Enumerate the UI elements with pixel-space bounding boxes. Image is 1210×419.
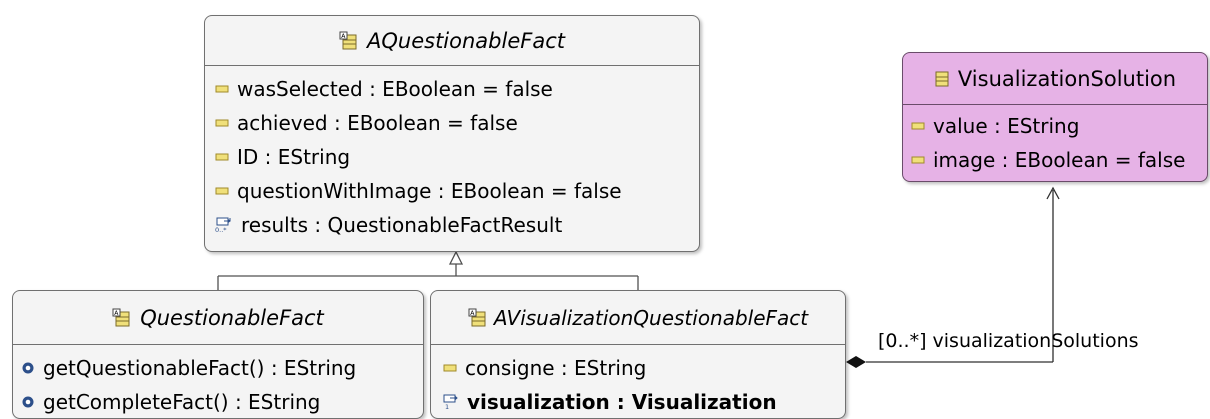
- operation-label: getQuestionableFact() : EString: [43, 356, 357, 380]
- aquestionablefact-header: A AQuestionableFact: [205, 16, 699, 65]
- avisualizationquestionablefact-title: AVisualizationQuestionableFact: [493, 305, 809, 330]
- aquestionablefact-class-box[interactable]: A AQuestionableFact wasSelected : EBoole…: [204, 15, 700, 252]
- questionablefact-class-box[interactable]: A QuestionableFact getQuestionableFact()…: [12, 290, 424, 419]
- attribute-icon: [911, 121, 925, 131]
- attribute-row[interactable]: wasSelected : EBoolean = false: [205, 72, 699, 106]
- aquestionablefact-title: AQuestionableFact: [367, 28, 565, 53]
- attribute-icon: [215, 186, 229, 196]
- attribute-row[interactable]: questionWithImage : EBoolean = false: [205, 174, 699, 208]
- svg-text:0..*: 0..*: [215, 226, 227, 233]
- attribute-icon: [215, 84, 229, 94]
- single-reference-icon: 1: [443, 394, 459, 410]
- attribute-label: image : EBoolean = false: [933, 148, 1186, 172]
- attribute-row[interactable]: consigne : EString: [431, 351, 845, 385]
- attribute-row[interactable]: achieved : EBoolean = false: [205, 106, 699, 140]
- attribute-compartment: wasSelected : EBoolean = false achieved …: [205, 65, 699, 242]
- abstract-class-icon: A: [339, 31, 359, 51]
- questionablefact-header: A QuestionableFact: [13, 291, 423, 344]
- attribute-icon: [215, 152, 229, 162]
- feature-compartment: consigne : EString 1 visualization : Vis…: [431, 344, 845, 418]
- class-icon: [934, 70, 950, 88]
- operation-label: getCompleteFact() : EString: [43, 390, 321, 414]
- attribute-label: ID : EString: [237, 145, 351, 169]
- attribute-label: value : EString: [933, 114, 1080, 138]
- visualizationsolution-title: VisualizationSolution: [957, 66, 1177, 91]
- attribute-label: wasSelected : EBoolean = false: [237, 77, 553, 101]
- operation-row[interactable]: getCompleteFact() : EString: [13, 385, 423, 418]
- questionablefact-title: QuestionableFact: [140, 305, 324, 330]
- reference-label: results : QuestionableFactResult: [241, 213, 563, 237]
- attribute-label: questionWithImage : EBoolean = false: [237, 179, 622, 203]
- attribute-icon: [911, 155, 925, 165]
- attribute-label: achieved : EBoolean = false: [237, 111, 518, 135]
- avisualizationquestionablefact-class-box[interactable]: A AVisualizationQuestionableFact consign…: [430, 290, 846, 419]
- composition-diamond: [846, 356, 866, 368]
- svg-text:1: 1: [445, 403, 449, 410]
- multivalued-reference-icon: 0..*: [215, 217, 233, 233]
- visualizationsolution-header: VisualizationSolution: [903, 53, 1207, 104]
- operation-icon: [21, 361, 35, 375]
- attribute-row[interactable]: image : EBoolean = false: [903, 143, 1207, 177]
- abstract-class-icon: A: [112, 308, 132, 328]
- inheritance-arrowhead: [448, 250, 464, 265]
- attribute-row[interactable]: ID : EString: [205, 140, 699, 174]
- reference-label: visualization : Visualization: [467, 390, 777, 414]
- visualizationsolution-class-box[interactable]: VisualizationSolution value : EString im…: [902, 52, 1208, 182]
- attribute-icon: [443, 363, 457, 373]
- operation-row[interactable]: getQuestionableFact() : EString: [13, 351, 423, 385]
- abstract-class-icon: A: [468, 308, 488, 328]
- avisualizationquestionablefact-header: A AVisualizationQuestionableFact: [431, 291, 845, 344]
- generalization-connector: [217, 262, 639, 290]
- operation-compartment: getQuestionableFact() : EString getCompl…: [13, 344, 423, 418]
- association-label: [0..*] visualizationSolutions: [878, 330, 1139, 352]
- attribute-row[interactable]: value : EString: [903, 109, 1207, 143]
- operation-icon: [21, 395, 35, 409]
- attribute-label: consigne : EString: [465, 356, 647, 380]
- attribute-icon: [215, 118, 229, 128]
- reference-row[interactable]: 1 visualization : Visualization: [431, 385, 845, 418]
- attribute-compartment: value : EString image : EBoolean = false: [903, 104, 1207, 177]
- reference-row[interactable]: 0..* results : QuestionableFactResult: [205, 208, 699, 242]
